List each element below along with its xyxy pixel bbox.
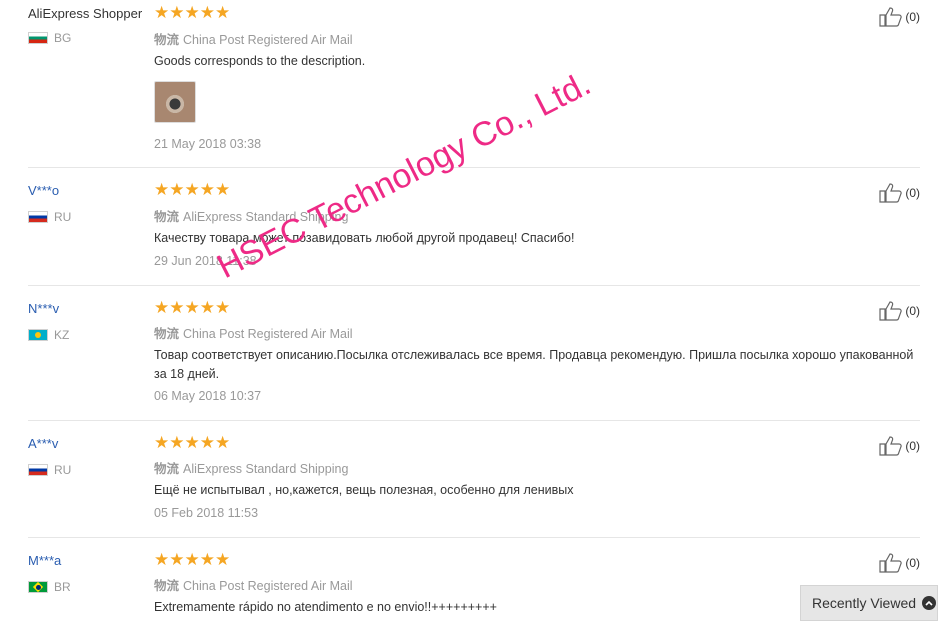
star-rating: ★★★★★ (154, 3, 231, 22)
country-code: RU (54, 463, 72, 477)
helpful-button[interactable]: (0) (879, 436, 920, 456)
review-text: Ещё не испытывал , но,кажется, вещь поле… (154, 483, 574, 497)
review-item: N***v KZ ★★★★★ 物流 China Post Registered A… (28, 285, 920, 421)
review-item: V***o RU ★★★★★ 物流 AliExpress Standard Shi… (28, 167, 920, 286)
reviewer-country: BG (28, 31, 71, 45)
reviewer-country: RU (28, 463, 71, 477)
review-text: Качеству товара может позавидовать любой… (154, 231, 575, 245)
star-rating: ★★★★★ (154, 298, 231, 317)
helpful-count: (0) (905, 10, 920, 24)
shipping-method: 物流 China Post Registered Air Mail (154, 29, 353, 48)
bulgaria-flag-icon (28, 32, 48, 44)
review-date: 06 May 2018 10:37 (154, 389, 262, 403)
recently-viewed-button[interactable]: Recently Viewed (800, 585, 938, 621)
shipping-method: 物流 China Post Registered Air Mail (154, 575, 353, 594)
review-date: 29 Jun 2018 11:38 (154, 254, 257, 268)
helpful-button[interactable]: (0) (879, 301, 920, 321)
helpful-count: (0) (905, 186, 920, 200)
helpful-button[interactable]: (0) (879, 553, 920, 573)
star-rating: ★★★★★ (154, 180, 231, 199)
review-item: AliExpress Shopper BG ★★★★★ 物流 China Post… (28, 0, 920, 168)
shipping-method-label: China Post Registered Air Mail (183, 327, 353, 341)
review-text: Товар соответствует описанию.Посылка отс… (154, 348, 914, 381)
shipping-tag: 物流 (154, 327, 180, 341)
country-code: BG (54, 31, 72, 45)
review-photo[interactable] (154, 81, 196, 123)
thumbs-up-icon (879, 301, 903, 321)
country-code: RU (54, 210, 72, 224)
shipping-tag: 物流 (154, 579, 180, 593)
russia-flag-icon (28, 211, 48, 223)
shipping-method: 物流 AliExpress Standard Shipping (154, 458, 348, 477)
reviewer-name[interactable]: V***o (28, 183, 59, 198)
helpful-count: (0) (905, 556, 920, 570)
thumbs-up-icon (879, 7, 903, 27)
shipping-method-label: AliExpress Standard Shipping (183, 210, 349, 224)
shipping-method-label: China Post Registered Air Mail (183, 579, 353, 593)
reviewer-name[interactable]: N***v (28, 301, 59, 316)
thumbs-up-icon (879, 183, 903, 203)
reviewer-name[interactable]: A***v (28, 436, 58, 451)
helpful-button[interactable]: (0) (879, 183, 920, 203)
country-code: KZ (54, 328, 70, 342)
helpful-button[interactable]: (0) (879, 7, 920, 27)
feedback-page: AliExpress Shopper BG ★★★★★ 物流 China Post… (0, 0, 938, 621)
review-item: A***v RU ★★★★★ 物流 AliExpress Standard Shi… (28, 420, 920, 538)
star-rating: ★★★★★ (154, 433, 231, 452)
reviewer-country: RU (28, 210, 71, 224)
shipping-tag: 物流 (154, 210, 180, 224)
shipping-method: 物流 AliExpress Standard Shipping (154, 206, 348, 225)
star-rating: ★★★★★ (154, 550, 231, 569)
brazil-flag-icon (28, 581, 48, 593)
thumbs-up-icon (879, 436, 903, 456)
russia-flag-icon (28, 464, 48, 476)
reviewer-country: BR (28, 580, 71, 594)
review-item: M***a BR ★★★★★ 物流 China Post Registered A… (28, 537, 920, 621)
review-date: 05 Feb 2018 11:53 (154, 506, 259, 520)
review-date: 21 May 2018 03:38 (154, 137, 262, 151)
shipping-method-label: AliExpress Standard Shipping (183, 462, 349, 476)
thumbs-up-icon (879, 553, 903, 573)
reviewer-name[interactable]: M***a (28, 553, 61, 568)
recently-viewed-label: Recently Viewed (812, 595, 917, 611)
shipping-method-label: China Post Registered Air Mail (183, 33, 353, 47)
shipping-tag: 物流 (154, 462, 180, 476)
kazakhstan-flag-icon (28, 329, 48, 341)
shipping-method: 物流 China Post Registered Air Mail (154, 323, 353, 342)
country-code: BR (54, 580, 71, 594)
chevron-up-icon (922, 596, 937, 610)
reviewer-name: AliExpress Shopper (28, 6, 143, 21)
reviewer-country: KZ (28, 328, 69, 342)
review-text: Goods corresponds to the description. (154, 54, 366, 68)
helpful-count: (0) (905, 439, 920, 453)
helpful-count: (0) (905, 304, 920, 318)
shipping-tag: 物流 (154, 33, 180, 47)
